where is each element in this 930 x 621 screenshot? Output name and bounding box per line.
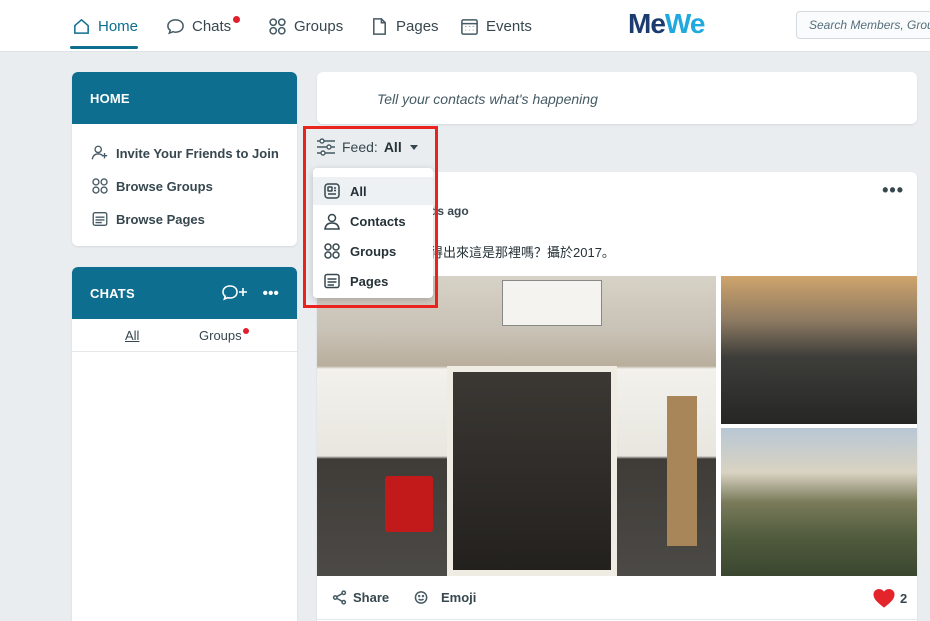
share-label: Share (353, 590, 390, 605)
calendar-icon (461, 18, 478, 35)
share-icon (332, 590, 347, 605)
like-count: 2 (900, 590, 908, 606)
chats-card-header: CHATS ••• (72, 267, 297, 319)
emoji-label: Emoji (441, 590, 477, 605)
chats-tab-groups[interactable]: Groups (199, 328, 249, 343)
post-photo-main[interactable] (317, 276, 716, 576)
nav-pages[interactable]: Pages (370, 0, 439, 52)
nav-groups[interactable]: Groups (268, 0, 343, 52)
post-text: 得出來這是那裡嗎？攝於2017。 (430, 245, 615, 260)
share-button[interactable]: Share (332, 590, 389, 605)
nav-chats-label: Chats (192, 17, 232, 35)
home-icon (74, 18, 89, 34)
photo-red-mailbox (385, 476, 433, 532)
top-navigation-bar: Home Chats Groups Pages Events MeWe Sear… (0, 0, 930, 52)
active-tab-indicator (70, 46, 138, 49)
post-photo-landscape[interactable] (721, 428, 917, 576)
nav-pages-label: Pages (396, 17, 439, 35)
highlight-box (303, 126, 438, 308)
chats-card: CHATS ••• All Groups (72, 267, 297, 621)
photo-station-sign (502, 280, 602, 326)
post-actions-bar: Share Emoji 2 (317, 576, 917, 620)
search-input[interactable]: Search Members, Groups (796, 11, 930, 39)
invite-friends-label: Invite Your Friends to Join (116, 145, 279, 161)
emoji-button[interactable]: Emoji (409, 590, 476, 605)
heart-icon (873, 588, 895, 608)
compose-post-input[interactable]: Tell your contacts what's happening (317, 72, 917, 124)
browse-pages-link[interactable]: Browse Pages (91, 210, 205, 228)
nav-events[interactable]: Events (460, 0, 532, 52)
add-person-icon (91, 145, 108, 160)
nav-home-label: Home (98, 17, 139, 35)
nav-chats[interactable]: Chats (166, 0, 245, 52)
browse-pages-label: Browse Pages (116, 211, 205, 227)
groups-notification-badge (242, 328, 249, 334)
post-photo-railway[interactable] (721, 276, 917, 424)
nav-groups-label: Groups (294, 17, 344, 35)
chats-card-title: CHATS (90, 285, 135, 301)
photo-wooden-plank (667, 396, 697, 546)
page-icon (92, 212, 108, 226)
page-icon (373, 17, 386, 35)
groups-icon (269, 17, 286, 35)
home-card-title: HOME (72, 72, 297, 124)
chats-tab-groups-label: Groups (199, 328, 242, 343)
chats-notification-badge (233, 15, 241, 23)
browse-groups-link[interactable]: Browse Groups (91, 177, 213, 195)
post-more-button[interactable]: ••• (882, 180, 904, 201)
browse-groups-label: Browse Groups (116, 178, 213, 194)
chats-tabs: All Groups (72, 319, 297, 352)
chats-more-button[interactable]: ••• (263, 285, 279, 302)
invite-friends-link[interactable]: Invite Your Friends to Join (91, 144, 279, 162)
mewe-logo[interactable]: MeWe (628, 8, 705, 40)
emoji-add-icon (414, 591, 428, 604)
new-chat-icon[interactable] (221, 284, 249, 302)
chats-tab-all[interactable]: All (125, 328, 139, 343)
groups-icon (92, 178, 108, 194)
photo-station-doorway (447, 366, 617, 576)
nav-events-label: Events (486, 17, 532, 35)
home-card: HOME Invite Your Friends to Join Browse … (72, 72, 297, 246)
like-counter[interactable]: 2 (873, 588, 907, 608)
nav-home[interactable]: Home (72, 0, 138, 52)
chat-bubble-icon (167, 18, 184, 34)
